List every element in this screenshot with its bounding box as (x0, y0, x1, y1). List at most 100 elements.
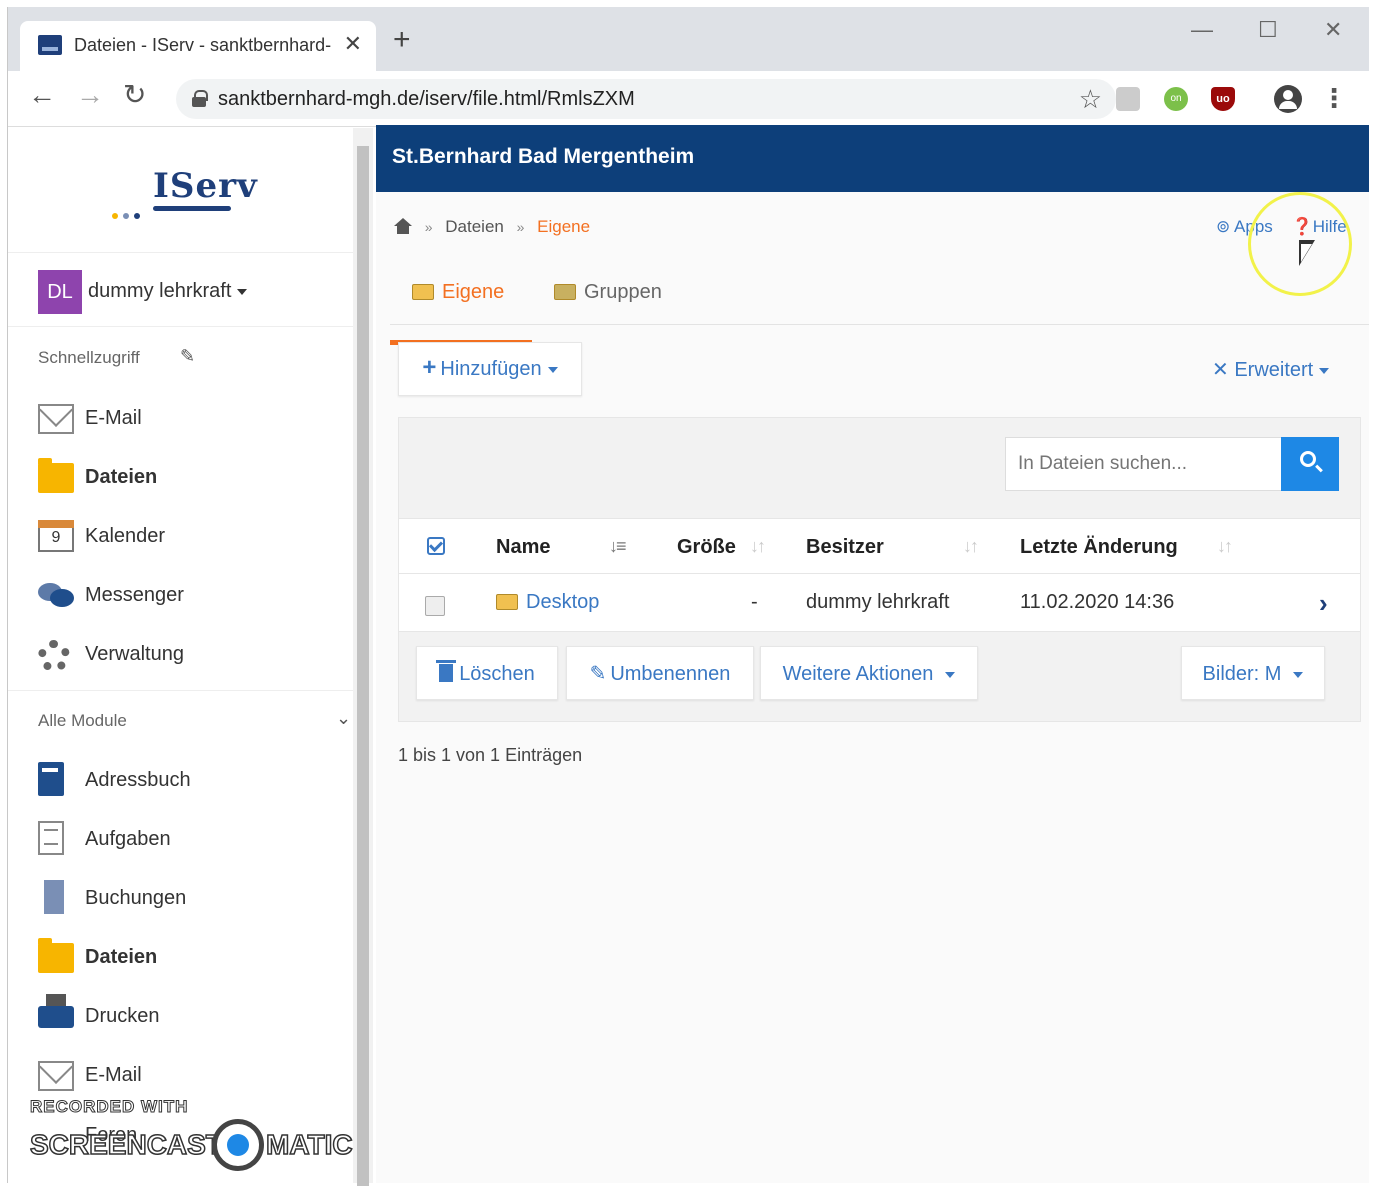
add-button-label: Hinzufügen (440, 358, 542, 380)
logo-dot (134, 213, 140, 219)
bookmark-star-icon[interactable]: ☆ (1079, 84, 1102, 115)
images-size-label: Bilder: M (1202, 663, 1282, 685)
minimize-icon[interactable]: — (1191, 17, 1213, 43)
file-modified-cell: 11.02.2020 14:36 (1020, 591, 1175, 613)
caret-down-icon (945, 671, 956, 678)
entries-info: 1 bis 1 von 1 Einträgen (398, 745, 583, 765)
watermark-left-text: SCREENCAST (29, 1128, 223, 1161)
tab-close-icon[interactable]: ✕ (344, 31, 362, 57)
column-owner[interactable]: Besitzer (806, 536, 884, 559)
search-button[interactable] (1281, 437, 1339, 491)
caret-down-icon (237, 288, 248, 295)
nav-label: E-Mail (85, 407, 142, 429)
more-actions-button[interactable]: Weitere Aktionen (760, 646, 978, 700)
chevron-right-icon[interactable]: › (1319, 588, 1328, 619)
back-icon[interactable]: ← (28, 81, 56, 109)
new-tab-button[interactable]: + (393, 25, 411, 55)
lock-icon[interactable] (192, 90, 208, 107)
sidebar-scrollbar[interactable] (353, 128, 373, 1186)
file-size-cell: - (751, 591, 758, 613)
add-button[interactable]: + Hinzufügen (398, 342, 582, 396)
delete-button-label: Löschen (459, 663, 535, 685)
iserv-logo[interactable]: IServ (153, 166, 258, 206)
maximize-icon[interactable]: ☐ (1258, 17, 1278, 43)
reload-icon[interactable]: ↻ (123, 81, 146, 109)
site-title: St.Bernhard Bad Mergentheim (392, 145, 695, 168)
breadcrumb-own[interactable]: Eigene (537, 217, 590, 236)
more-actions-label: Weitere Aktionen (782, 663, 934, 685)
group-folder-icon (554, 284, 576, 300)
quick-item-files[interactable]: Dateien (8, 453, 353, 503)
advanced-button-label: Erweitert (1234, 359, 1314, 381)
watermark-right-text: MATIC (265, 1128, 353, 1161)
url-text[interactable]: sanktbernhard-mgh.de/iserv/file.html/Rml… (218, 88, 635, 111)
module-bookings[interactable]: Buchungen (8, 874, 353, 924)
quick-item-calendar[interactable]: 9 Kalender (8, 512, 353, 562)
nav-label: Dateien (85, 466, 158, 488)
breadcrumb-files[interactable]: Dateien (445, 217, 504, 236)
scrollbar-thumb[interactable] (357, 146, 369, 1186)
nav-label: Messenger (85, 584, 184, 606)
sort-icon[interactable]: ↓↑ (1217, 536, 1233, 557)
file-name-cell[interactable]: Desktop (496, 591, 599, 614)
sort-icon[interactable]: ↓↑ (750, 536, 766, 557)
module-tasks[interactable]: Aufgaben (8, 815, 353, 865)
user-name-text: dummy lehrkraft (88, 280, 232, 302)
close-window-icon[interactable]: ✕ (1324, 17, 1342, 43)
avatar[interactable]: DL (38, 270, 82, 314)
sort-icon[interactable]: ↓↑ (963, 536, 979, 557)
rename-button[interactable]: ✎ Umbenennen (566, 646, 754, 700)
tab-groups-label: Gruppen (584, 281, 662, 303)
more-icon[interactable]: ⋮ (1321, 85, 1347, 111)
user-name[interactable]: dummy lehrkraft (88, 280, 248, 303)
quick-item-messenger[interactable]: Messenger (8, 571, 353, 621)
nav-label: Dateien (85, 946, 158, 968)
pencil-icon[interactable]: ✎ (180, 346, 195, 367)
nav-label: Adressbuch (85, 769, 191, 791)
module-print[interactable]: Drucken (8, 992, 353, 1042)
home-icon[interactable] (394, 218, 412, 234)
forward-icon[interactable]: → (76, 81, 104, 109)
profile-icon[interactable] (1274, 85, 1302, 113)
quick-item-administration[interactable]: Verwaltung (8, 630, 353, 680)
browser-tab[interactable]: Dateien - IServ - sanktbernhard- ✕ (20, 21, 376, 71)
nav-label: Aufgaben (85, 828, 171, 850)
nav-label: Drucken (85, 1005, 160, 1027)
sort-asc-icon[interactable]: ↓≡ (609, 536, 626, 557)
trash-icon (436, 660, 457, 682)
module-address-book[interactable]: Adressbuch (8, 756, 353, 806)
chevron-down-icon: ⌄ (336, 708, 352, 728)
divider (8, 690, 353, 691)
extension-on-icon[interactable]: on (1164, 87, 1188, 111)
tasks-icon (38, 821, 64, 855)
extension-icon[interactable] (1116, 87, 1140, 111)
caret-down-icon (1319, 367, 1330, 374)
browser-toolbar: ← → ↻ sanktbernhard-mgh.de/iserv/file.ht… (8, 71, 1369, 127)
divider (8, 326, 353, 327)
quick-item-email[interactable]: E-Mail (8, 394, 353, 444)
select-all-checkbox-icon[interactable] (427, 537, 445, 555)
module-email[interactable]: E-Mail (8, 1051, 353, 1101)
search-input[interactable] (1005, 437, 1283, 491)
file-name-link[interactable]: Desktop (526, 591, 599, 613)
column-name[interactable]: Name (496, 536, 550, 559)
mail-icon (38, 1061, 74, 1091)
column-modified[interactable]: Letzte Änderung (1020, 536, 1178, 559)
screencast-watermark: RECORDED WITH SCREENCAST MATIC (29, 1097, 360, 1183)
tab-groups[interactable]: Gruppen (554, 281, 662, 339)
ublock-icon[interactable]: uo (1211, 87, 1235, 111)
column-size[interactable]: Größe (677, 536, 736, 559)
row-checkbox[interactable] (425, 596, 445, 616)
printer-icon (38, 994, 74, 1028)
table-row[interactable]: Desktop - dummy lehrkraft 11.02.2020 14:… (399, 574, 1360, 632)
tab-own-label: Eigene (442, 281, 505, 303)
search-icon (1300, 451, 1316, 467)
module-files[interactable]: Dateien (8, 933, 353, 983)
watermark-top-text: RECORDED WITH (29, 1097, 189, 1117)
tab-title: Dateien - IServ - sanktbernhard- (74, 35, 332, 55)
delete-button[interactable]: Löschen (416, 646, 558, 700)
advanced-button[interactable]: ✕ Erweitert (1212, 357, 1330, 382)
tab-own[interactable]: Eigene (389, 281, 533, 345)
address-bar[interactable]: sanktbernhard-mgh.de/iserv/file.html/Rml… (176, 79, 1116, 119)
images-size-button[interactable]: Bilder: M (1181, 646, 1325, 700)
